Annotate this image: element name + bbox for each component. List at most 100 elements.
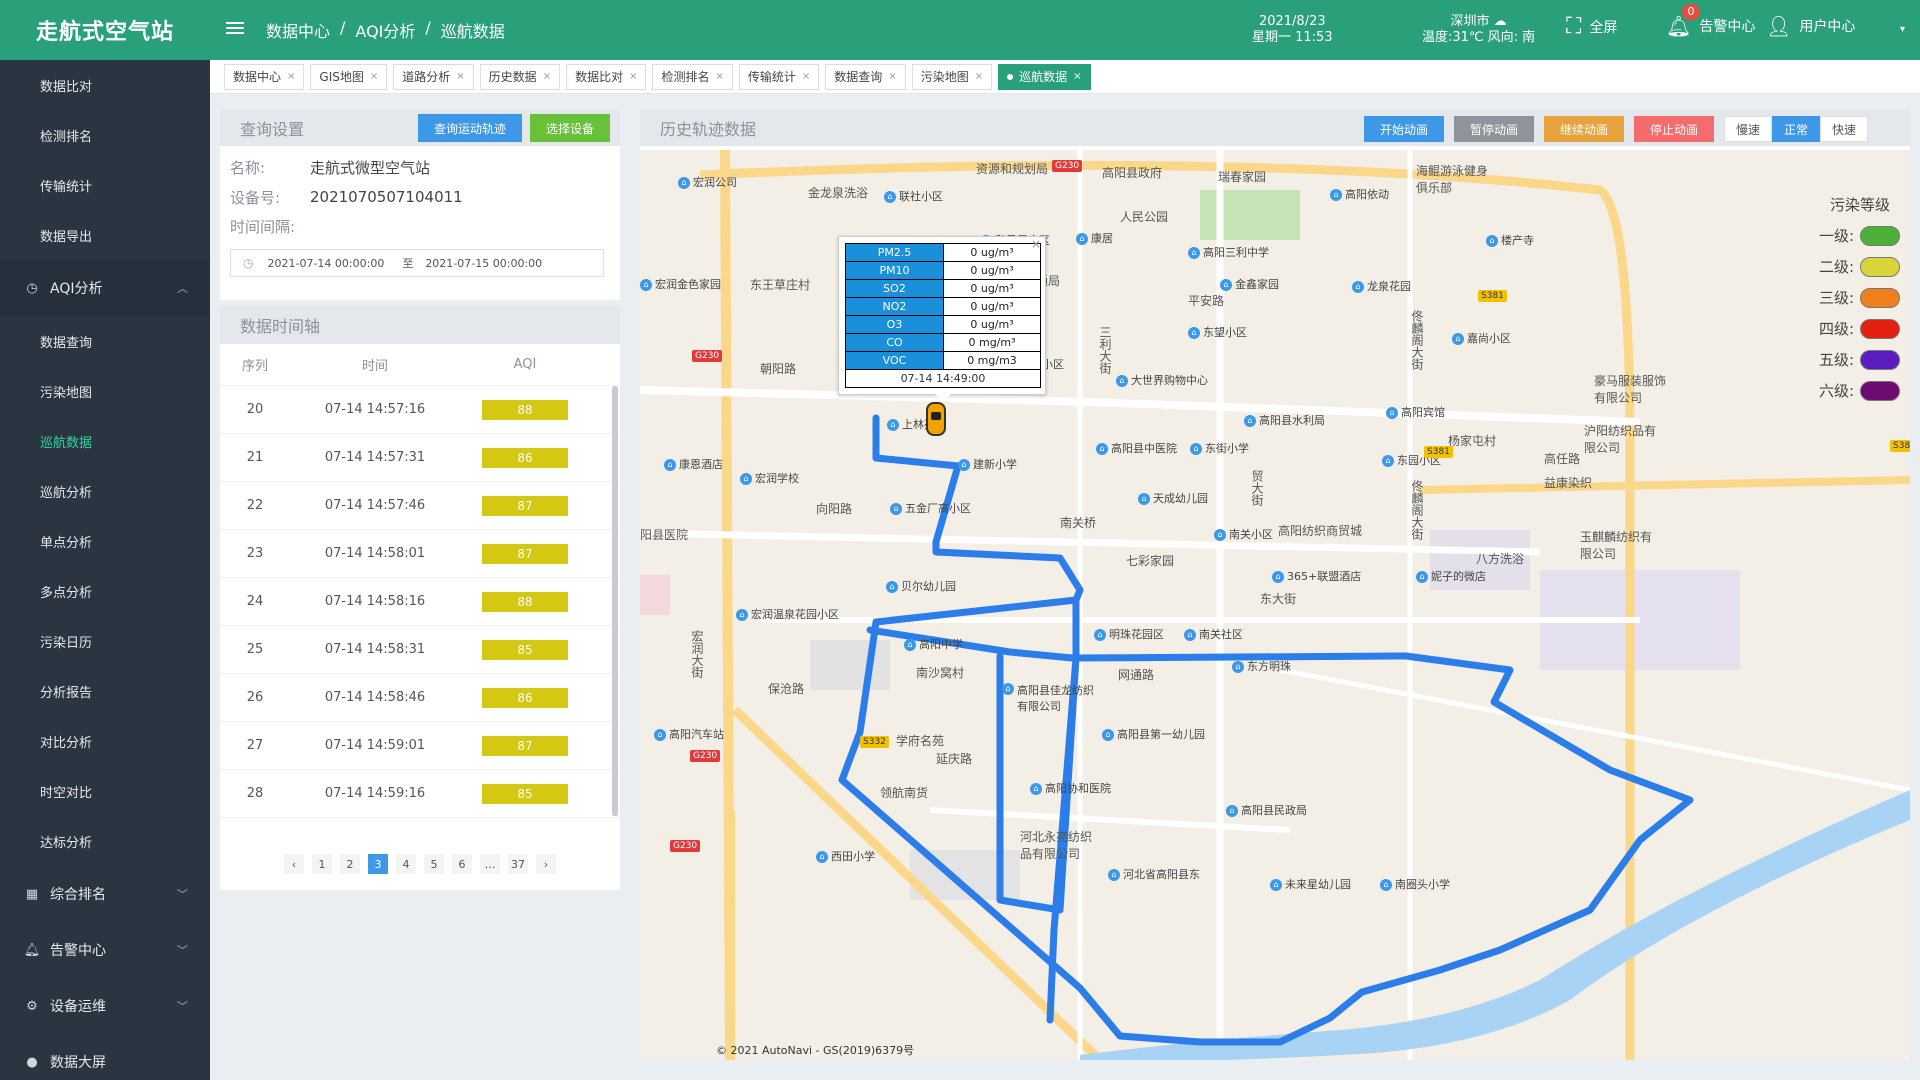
map-canvas[interactable]: ⌂ 宏润公司 金龙泉洗浴 ⌂ 联社小区 资源和规划局 高阳县政府 瑞春家园 海鲲游泳健身俱乐部 ⌂… [640,150,1910,1060]
map-poi[interactable]: ⌂ 东方明珠 [1232,658,1291,674]
map-poi[interactable]: ⌂ 高阳汽车站 [654,726,724,742]
table-row[interactable]: 24 07-14 14:58:16 88 [220,578,620,626]
tab-close-icon[interactable]: × [456,71,464,82]
map-poi[interactable]: ⌂ 妮子的微店 [1416,568,1486,584]
breadcrumb-item[interactable]: AQI分析 [355,18,415,42]
sidebar-item[interactable]: 污染日历 [0,616,210,666]
speed-option[interactable]: 慢速 [1724,116,1772,142]
map-poi[interactable]: ⌂ 联社小区 [884,188,943,204]
map-poi[interactable]: ⌂ 南圈头小学 [1380,876,1450,892]
date-range-picker[interactable]: ◷ 2021-07-14 00:00:00 至 2021-07-15 00:00… [230,249,604,277]
sidebar-item[interactable]: 数据导出 [0,210,210,260]
map-poi[interactable]: ⌂ 楼产寺 [1486,232,1534,248]
tab-item[interactable]: GIS地图 × [310,63,388,90]
page-button[interactable]: 6 [452,854,472,874]
select-device-button[interactable]: 选择设备 [530,114,610,142]
prev-page-button[interactable]: ‹ [284,854,304,874]
map-poi[interactable]: ⌂ 高阳县佳龙纺织有限公司 [1002,682,1095,714]
continue-animation-button[interactable]: 继续动画 [1544,116,1624,142]
map-poi[interactable]: ⌂ 五金厂高小区 [890,500,971,516]
sidebar-group[interactable]: 🔔︎ 告警中心 ﹀ [0,922,210,978]
tab-close-icon[interactable]: × [802,71,810,82]
sidebar-item[interactable]: 污染地图 [0,366,210,416]
map-poi[interactable]: ⌂ 宏润学校 [740,470,799,486]
table-row[interactable]: 26 07-14 14:58:46 86 [220,674,620,722]
speed-option[interactable]: 快速 [1820,116,1868,142]
map-poi[interactable]: ⌂ 贝尔幼儿园 [886,578,956,594]
map-poi[interactable]: ⌂ 龙泉花园 [1352,278,1411,294]
sidebar-item[interactable]: 达标分析 [0,816,210,866]
map-poi[interactable]: ⌂ 东望小区 [1188,324,1247,340]
map-poi[interactable]: ⌂ 天成幼儿园 [1138,490,1208,506]
sidebar-item[interactable]: 对比分析 [0,716,210,766]
timeline-scrollbar[interactable] [612,386,618,816]
stop-animation-button[interactable]: 停止动画 [1634,116,1714,142]
sidebar-item[interactable]: 多点分析 [0,566,210,616]
tab-item[interactable]: 道路分析 × [393,63,474,90]
timeline-body[interactable]: 20 07-14 14:57:16 88 21 07-14 14:57:31 86 22 07… [220,386,620,832]
tab-close-icon[interactable]: × [888,71,896,82]
sidebar-item[interactable]: 数据比对 [0,60,210,110]
tab-item[interactable]: 历史数据 × [479,63,561,90]
tab-close-icon[interactable]: × [543,71,551,82]
tab-item[interactable]: 数据中心 × [224,63,305,90]
map-poi[interactable]: ⌂ 河北省高阳县东 [1108,866,1200,882]
map-poi[interactable]: ⌂ 大世界购物中心 [1116,372,1208,388]
map-poi[interactable]: ⌂ 康恩酒店 [664,456,723,472]
table-row[interactable]: 25 07-14 14:58:31 85 [220,626,620,674]
sidebar-item[interactable]: 时空对比 [0,766,210,816]
map-poi[interactable]: ⌂ 高阳协和医院 [1030,780,1111,796]
map-poi[interactable]: ⌂ 宏润金色家园 [640,276,721,292]
tab-close-icon[interactable]: × [629,71,637,82]
table-row[interactable]: 22 07-14 14:57:46 87 [220,482,620,530]
sidebar-item[interactable]: 传输统计 [0,160,210,210]
page-button[interactable]: 4 [396,854,416,874]
map-poi[interactable]: ⌂ 南关小区 [1214,526,1273,542]
sidebar-item[interactable]: 单点分析 [0,516,210,566]
tab-item[interactable]: 数据比对 × [566,63,647,90]
table-row[interactable]: 28 07-14 14:59:16 85 [220,770,620,818]
map-poi[interactable]: ⌂ 建新小学 [958,456,1017,472]
user-center-button[interactable]: 👤︎ 用户中心 [1766,14,1855,38]
map-poi[interactable]: ⌂ 宏润温泉花园小区 [736,606,839,622]
fullscreen-button[interactable]: ⛶ 全屏 [1566,14,1617,39]
map-poi[interactable]: ⌂ 东街小学 [1190,440,1249,456]
end-time[interactable]: 2021-07-15 00:00:00 [425,257,542,270]
breadcrumb-item[interactable]: 巡航数据 [441,18,505,42]
tab-item[interactable]: 数据查询 × [825,63,906,90]
map-poi[interactable]: ⌂ 嘉尚小区 [1452,330,1511,346]
map-poi[interactable]: ⌂ 明珠花园区 [1094,626,1164,642]
tab-close-icon[interactable]: × [716,71,724,82]
table-row[interactable]: 23 07-14 14:58:01 87 [220,530,620,578]
page-button[interactable]: 3 [368,854,388,874]
close-icon[interactable]: × [1031,237,1041,251]
page-button[interactable]: 37 [508,854,528,874]
page-button[interactable]: 2 [340,854,360,874]
map-poi[interactable]: ⌂ 高阳县民政局 [1226,802,1307,818]
map-poi[interactable]: ⌂ 南关社区 [1184,626,1243,642]
table-row[interactable]: 20 07-14 14:57:16 88 [220,386,620,434]
sidebar-group[interactable]: ● 数据大屏 [0,1034,210,1080]
map-poi[interactable]: ⌂ 365+联盟酒店 [1272,568,1361,584]
menu-toggle-icon[interactable] [226,19,244,37]
breadcrumb-item[interactable]: 数据中心 [266,18,330,42]
map-poi[interactable]: ⌂ 高阳三利中学 [1188,244,1269,260]
page-button[interactable]: … [480,854,500,874]
tab-close-icon[interactable]: × [287,71,295,82]
caret-down-icon[interactable]: ▾ [1900,24,1905,35]
tab-item[interactable]: 传输统计 × [738,63,820,90]
start-time[interactable]: 2021-07-14 00:00:00 [267,257,384,270]
sidebar-group-aqi[interactable]: ◷ AQI分析 ︿ [0,260,210,316]
alarm-center-button[interactable]: 🔔︎ 告警中心 [1666,14,1755,38]
start-animation-button[interactable]: 开始动画 [1364,116,1444,142]
sidebar-item[interactable]: 数据查询 [0,316,210,366]
map-poi[interactable]: ⌂ 西田小学 [816,848,875,864]
map-poi[interactable]: ⌂ 宏润公司 [678,174,737,190]
sidebar-item[interactable]: 巡航分析 [0,466,210,516]
sidebar-group[interactable]: ▦ 综合排名 ﹀ [0,866,210,922]
sidebar-item[interactable]: 巡航数据 [0,416,210,466]
table-row[interactable]: 27 07-14 14:59:01 87 [220,722,620,770]
speed-option[interactable]: 正常 [1772,116,1820,142]
page-button[interactable]: 1 [312,854,332,874]
page-button[interactable]: 5 [424,854,444,874]
